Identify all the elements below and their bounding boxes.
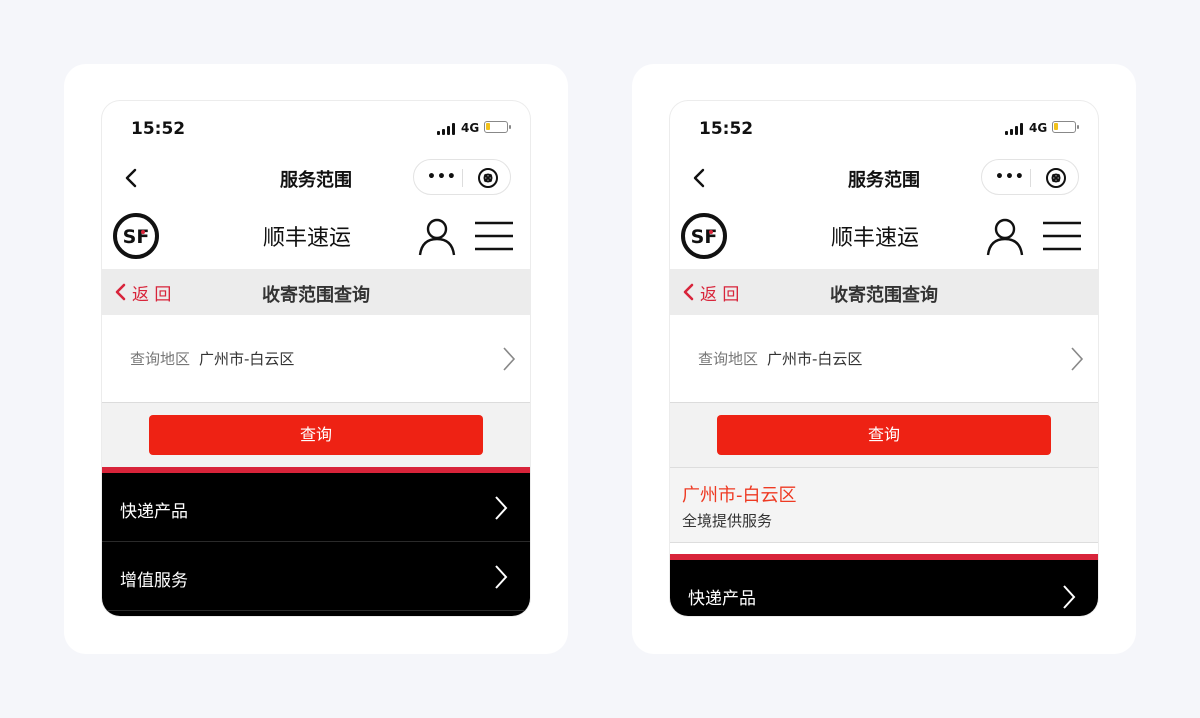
more-options-icon[interactable]: ••• (427, 170, 457, 184)
more-options-icon[interactable]: ••• (995, 170, 1025, 184)
left-screenshot-card: 15:52 4G 服务范围 ••• SF 顺丰速运 返 回 收寄范围查询 查询地… (64, 64, 568, 654)
mini-program-navbar: 服务范围 ••• (670, 153, 1098, 203)
page-title: 收寄范围查询 (262, 285, 370, 306)
query-region-value: 广州市-白云区 (767, 350, 863, 368)
mini-program-navbar: 服务范围 ••• (102, 153, 530, 203)
close-miniprogram-icon[interactable] (1045, 167, 1067, 189)
phone-screen-after-query: 15:52 4G 服务范围 ••• SF 顺丰速运 返 回 收寄范围查询 查询地… (670, 101, 1098, 616)
hamburger-menu-icon[interactable] (1042, 220, 1082, 252)
page-subheader: 返 回 收寄范围查询 (670, 269, 1098, 315)
capsule-divider (1030, 169, 1031, 187)
chevron-right-icon (495, 565, 508, 589)
query-region-label: 查询地区 (698, 350, 759, 368)
page-subheader: 返 回 收寄范围查询 (102, 269, 530, 315)
status-time: 15:52 (131, 119, 186, 139)
chevron-right-icon (1071, 347, 1084, 371)
network-type: 4G (461, 121, 480, 135)
query-region-value: 广州市-白云区 (199, 350, 295, 368)
battery-icon (484, 121, 511, 133)
service-menu: 快递产品 增值服务 (102, 473, 530, 616)
result-description: 全境提供服务 (682, 512, 773, 530)
status-bar: 15:52 4G (102, 101, 530, 153)
capsule-menu: ••• (981, 159, 1079, 195)
menu-item-label: 快递产品 (120, 502, 188, 522)
signal-icon (1005, 123, 1025, 135)
status-time: 15:52 (699, 119, 754, 139)
battery-icon (1052, 121, 1079, 133)
menu-item-label: 增值服务 (120, 571, 188, 591)
status-bar: 15:52 4G (670, 101, 1098, 153)
menu-item-express-products[interactable]: 快递产品 (102, 473, 530, 542)
user-icon[interactable] (984, 215, 1026, 257)
menu-item-label: 快递产品 (688, 589, 756, 609)
query-button-area: 查询 (670, 403, 1098, 467)
query-button[interactable]: 查询 (149, 415, 483, 455)
network-type: 4G (1029, 121, 1048, 135)
hamburger-menu-icon[interactable] (474, 220, 514, 252)
signal-icon (437, 123, 457, 135)
query-button-area: 查询 (102, 403, 530, 467)
brand-header: SF 顺丰速运 (670, 203, 1098, 269)
service-menu: 快递产品 (670, 560, 1098, 616)
query-result-box: 广州市-白云区 全境提供服务 (670, 467, 1098, 543)
brand-header: SF 顺丰速运 (102, 203, 530, 269)
menu-item-express-products[interactable]: 快递产品 (670, 560, 1098, 616)
user-icon[interactable] (416, 215, 458, 257)
query-button[interactable]: 查询 (717, 415, 1051, 455)
query-region-row[interactable]: 查询地区 广州市-白云区 (670, 317, 1098, 403)
result-city: 广州市-白云区 (682, 485, 797, 506)
query-region-row[interactable]: 查询地区 广州市-白云区 (102, 317, 530, 403)
menu-item-value-added-services[interactable]: 增值服务 (102, 542, 530, 611)
phone-screen-before-query: 15:52 4G 服务范围 ••• SF 顺丰速运 返 回 收寄范围查询 查询地… (102, 101, 530, 616)
capsule-menu: ••• (413, 159, 511, 195)
chevron-right-icon (1063, 585, 1076, 609)
right-screenshot-card: 15:52 4G 服务范围 ••• SF 顺丰速运 返 回 收寄范围查询 查询地… (632, 64, 1136, 654)
chevron-right-icon (503, 347, 516, 371)
close-miniprogram-icon[interactable] (477, 167, 499, 189)
page-title: 收寄范围查询 (830, 285, 938, 306)
capsule-divider (462, 169, 463, 187)
query-region-label: 查询地区 (130, 350, 191, 368)
chevron-right-icon (495, 496, 508, 520)
